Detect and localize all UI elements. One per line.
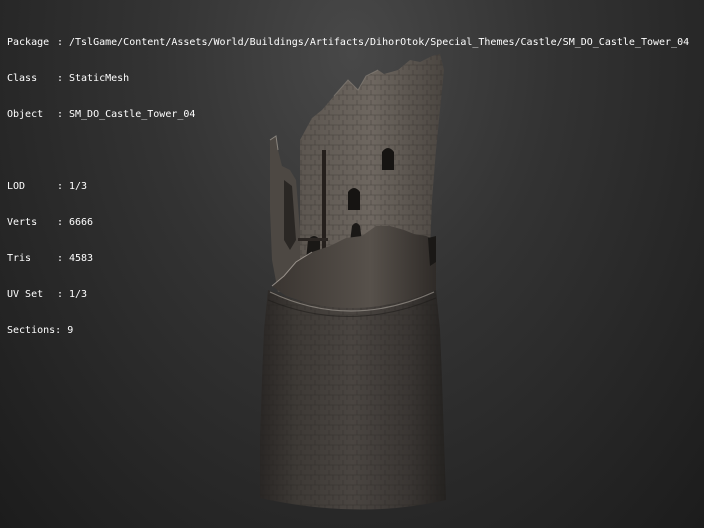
info-key: Package [7, 37, 50, 48]
info-key: Object [7, 109, 44, 120]
info-separator: : [57, 253, 64, 264]
info-separator: : [57, 37, 64, 48]
info-row-class: Class : StaticMesh [7, 73, 689, 85]
info-value: StaticMesh [69, 73, 130, 84]
info-separator: : [57, 217, 64, 228]
info-key: Tris [7, 253, 32, 264]
info-key-sections: Sections [7, 325, 56, 336]
info-value: SM_DO_Castle_Tower_04 [69, 109, 196, 120]
info-value: /TslGame/Content/Assets/World/Buildings/… [69, 37, 690, 48]
info-value: 6666 [69, 217, 94, 228]
info-separator: : [57, 73, 64, 84]
info-value: 9 [67, 325, 74, 336]
info-value: 1/3 [69, 289, 88, 300]
info-row-uv-set: UV Set : 1/3 [7, 289, 689, 301]
info-separator: : [57, 181, 64, 192]
info-row-package: Package : /TslGame/Content/Assets/World/… [7, 37, 689, 49]
info-separator: : [57, 289, 64, 300]
info-key: LOD [7, 181, 26, 192]
info-row-sections: Sections: 9 [7, 325, 689, 337]
info-value: 4583 [69, 253, 94, 264]
info-value: 1/3 [69, 181, 88, 192]
info-row-tris: Tris : 4583 [7, 253, 689, 265]
info-row-verts: Verts : 6666 [7, 217, 689, 229]
info-key: UV Set [7, 289, 44, 300]
info-key: Verts [7, 217, 38, 228]
mesh-info-overlay: Package : /TslGame/Content/Assets/World/… [7, 13, 689, 361]
info-row-object: Object : SM_DO_Castle_Tower_04 [7, 109, 689, 121]
info-row-lod: LOD : 1/3 [7, 181, 689, 193]
info-separator: : [57, 109, 64, 120]
mesh-preview-viewport[interactable]: Package : /TslGame/Content/Assets/World/… [0, 0, 704, 528]
info-key: Class [7, 73, 38, 84]
